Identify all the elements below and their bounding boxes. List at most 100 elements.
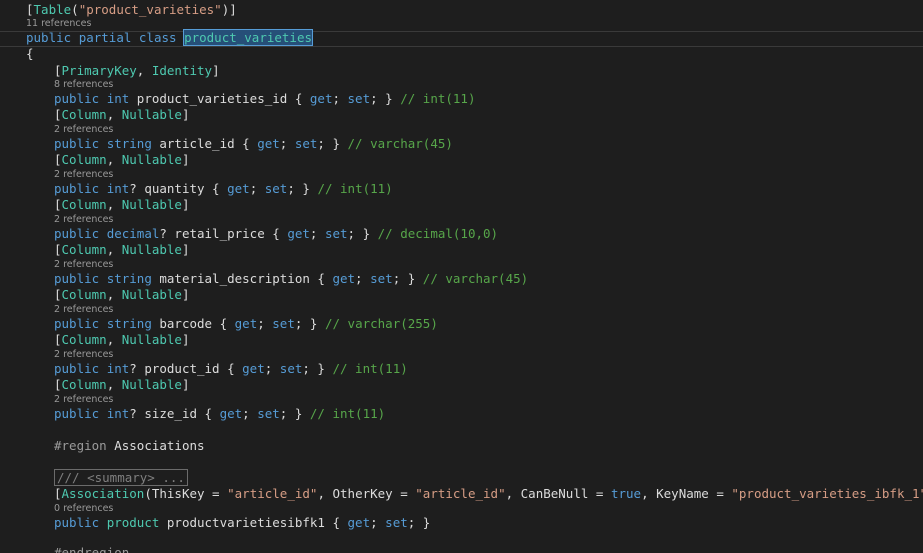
code-token: Nullable — [121, 332, 182, 347]
code-token: int — [106, 91, 130, 106]
code-token: get — [332, 271, 356, 286]
code-token: article_id { — [151, 136, 258, 151]
code-token: [ — [54, 63, 62, 78]
code-line: #endregion — [0, 545, 923, 553]
collapsed-summary-comment[interactable]: /// <summary> ... — [54, 469, 188, 486]
codelens-references[interactable]: 2 references — [0, 304, 923, 316]
code-token: [ — [54, 197, 62, 212]
code-token: ? product_id { — [129, 361, 243, 376]
code-token: ] — [181, 197, 190, 212]
codelens-references[interactable]: 2 references — [0, 169, 923, 181]
code-token: // int(11) — [309, 406, 386, 421]
code-token: "product_varieties" — [78, 2, 222, 17]
code-token: decimal — [106, 226, 160, 241]
code-token: PrimaryKey — [61, 63, 137, 78]
codelens-references[interactable]: 2 references — [0, 349, 923, 361]
code-token: public — [54, 361, 100, 376]
codelens-references[interactable]: 11 references — [0, 18, 923, 30]
code-token: , — [106, 377, 122, 392]
code-token: public — [26, 30, 72, 45]
code-line: [Column, Nullable] — [0, 377, 923, 393]
codelens-references[interactable]: 2 references — [0, 124, 923, 136]
code-line: public string barcode { get; set; } // v… — [0, 316, 923, 332]
code-token: #region — [54, 438, 107, 453]
code-token: Table — [33, 2, 72, 17]
code-token: Nullable — [121, 287, 182, 302]
code-token: , — [106, 197, 122, 212]
code-token: ( — [71, 2, 79, 17]
code-token: public — [54, 91, 100, 106]
code-token: partial — [78, 30, 132, 45]
code-token: ; — [264, 361, 280, 376]
code-token: // int(11) — [332, 361, 408, 376]
code-token: , — [106, 107, 122, 122]
code-token: )] — [221, 2, 237, 17]
code-token: "article_id" — [227, 486, 318, 501]
code-token: set — [294, 136, 318, 151]
code-token: int — [106, 361, 130, 376]
code-token: Column — [61, 197, 107, 212]
code-token: product_varieties_id { — [129, 91, 310, 106]
code-line: /// <summary> ... — [0, 469, 923, 486]
code-token: Column — [61, 332, 107, 347]
code-token: "article_id" — [415, 486, 506, 501]
codelens-references[interactable]: 0 references — [0, 503, 923, 515]
code-token: string — [106, 271, 152, 286]
code-line: [Column, Nullable] — [0, 242, 923, 258]
code-line: #region Associations — [0, 438, 923, 454]
code-token: ] — [181, 377, 190, 392]
code-token: // int(11) — [317, 181, 393, 196]
code-line: public decimal? retail_price { get; set;… — [0, 226, 923, 242]
code-line: public int? product_id { get; set; } // … — [0, 361, 923, 377]
codelens-references[interactable]: 8 references — [0, 79, 923, 91]
selected-identifier[interactable]: product_varieties — [183, 29, 314, 46]
code-token: , — [106, 332, 122, 347]
code-token: set — [264, 181, 288, 196]
code-token: // varchar(45) — [347, 136, 453, 151]
code-token: set — [324, 226, 348, 241]
code-token: #endregion — [54, 545, 130, 553]
code-token: ; — [242, 406, 258, 421]
code-token: ; — [370, 515, 386, 530]
code-token: set — [385, 515, 408, 530]
code-editor[interactable]: [ Table("product_varieties")] 11 reference… — [0, 0, 923, 553]
code-line: [PrimaryKey, Identity] — [0, 63, 923, 79]
codelens-references[interactable]: 2 references — [0, 394, 923, 406]
code-line: [Column, Nullable] — [0, 197, 923, 213]
code-token: ] — [181, 332, 190, 347]
code-token: Association — [61, 486, 145, 501]
code-token: set — [272, 316, 295, 331]
code-token: get — [242, 361, 265, 376]
codelens-references[interactable]: 2 references — [0, 259, 923, 271]
code-token: ; } — [392, 271, 423, 286]
code-token: , CanBeNull = — [505, 486, 611, 501]
code-line: [Column, Nullable] — [0, 287, 923, 303]
code-line: public product productvarietiesibfk1 { g… — [0, 515, 923, 531]
code-token: public — [54, 271, 100, 286]
code-token: Identity — [151, 63, 213, 78]
code-token: ? size_id { — [129, 406, 220, 421]
code-line: public string article_id { get; set; } /… — [0, 136, 923, 152]
code-token: ; } — [347, 226, 378, 241]
code-token: get — [257, 136, 280, 151]
code-token: ; — [249, 181, 265, 196]
code-token: ; — [355, 271, 371, 286]
code-token: int — [106, 181, 130, 196]
codelens-references[interactable]: 2 references — [0, 214, 923, 226]
code-token: , — [106, 152, 122, 167]
code-token: material_description { — [151, 271, 333, 286]
code-token: ; — [332, 91, 348, 106]
code-line: { — [0, 46, 923, 62]
code-token: , — [106, 242, 122, 257]
code-token: true — [610, 486, 642, 501]
code-token: set — [370, 271, 393, 286]
code-token: set — [257, 406, 280, 421]
code-token: get — [347, 515, 371, 530]
code-token: "product_varieties_ibfk_1" — [731, 486, 923, 501]
code-token: ; } — [279, 406, 310, 421]
